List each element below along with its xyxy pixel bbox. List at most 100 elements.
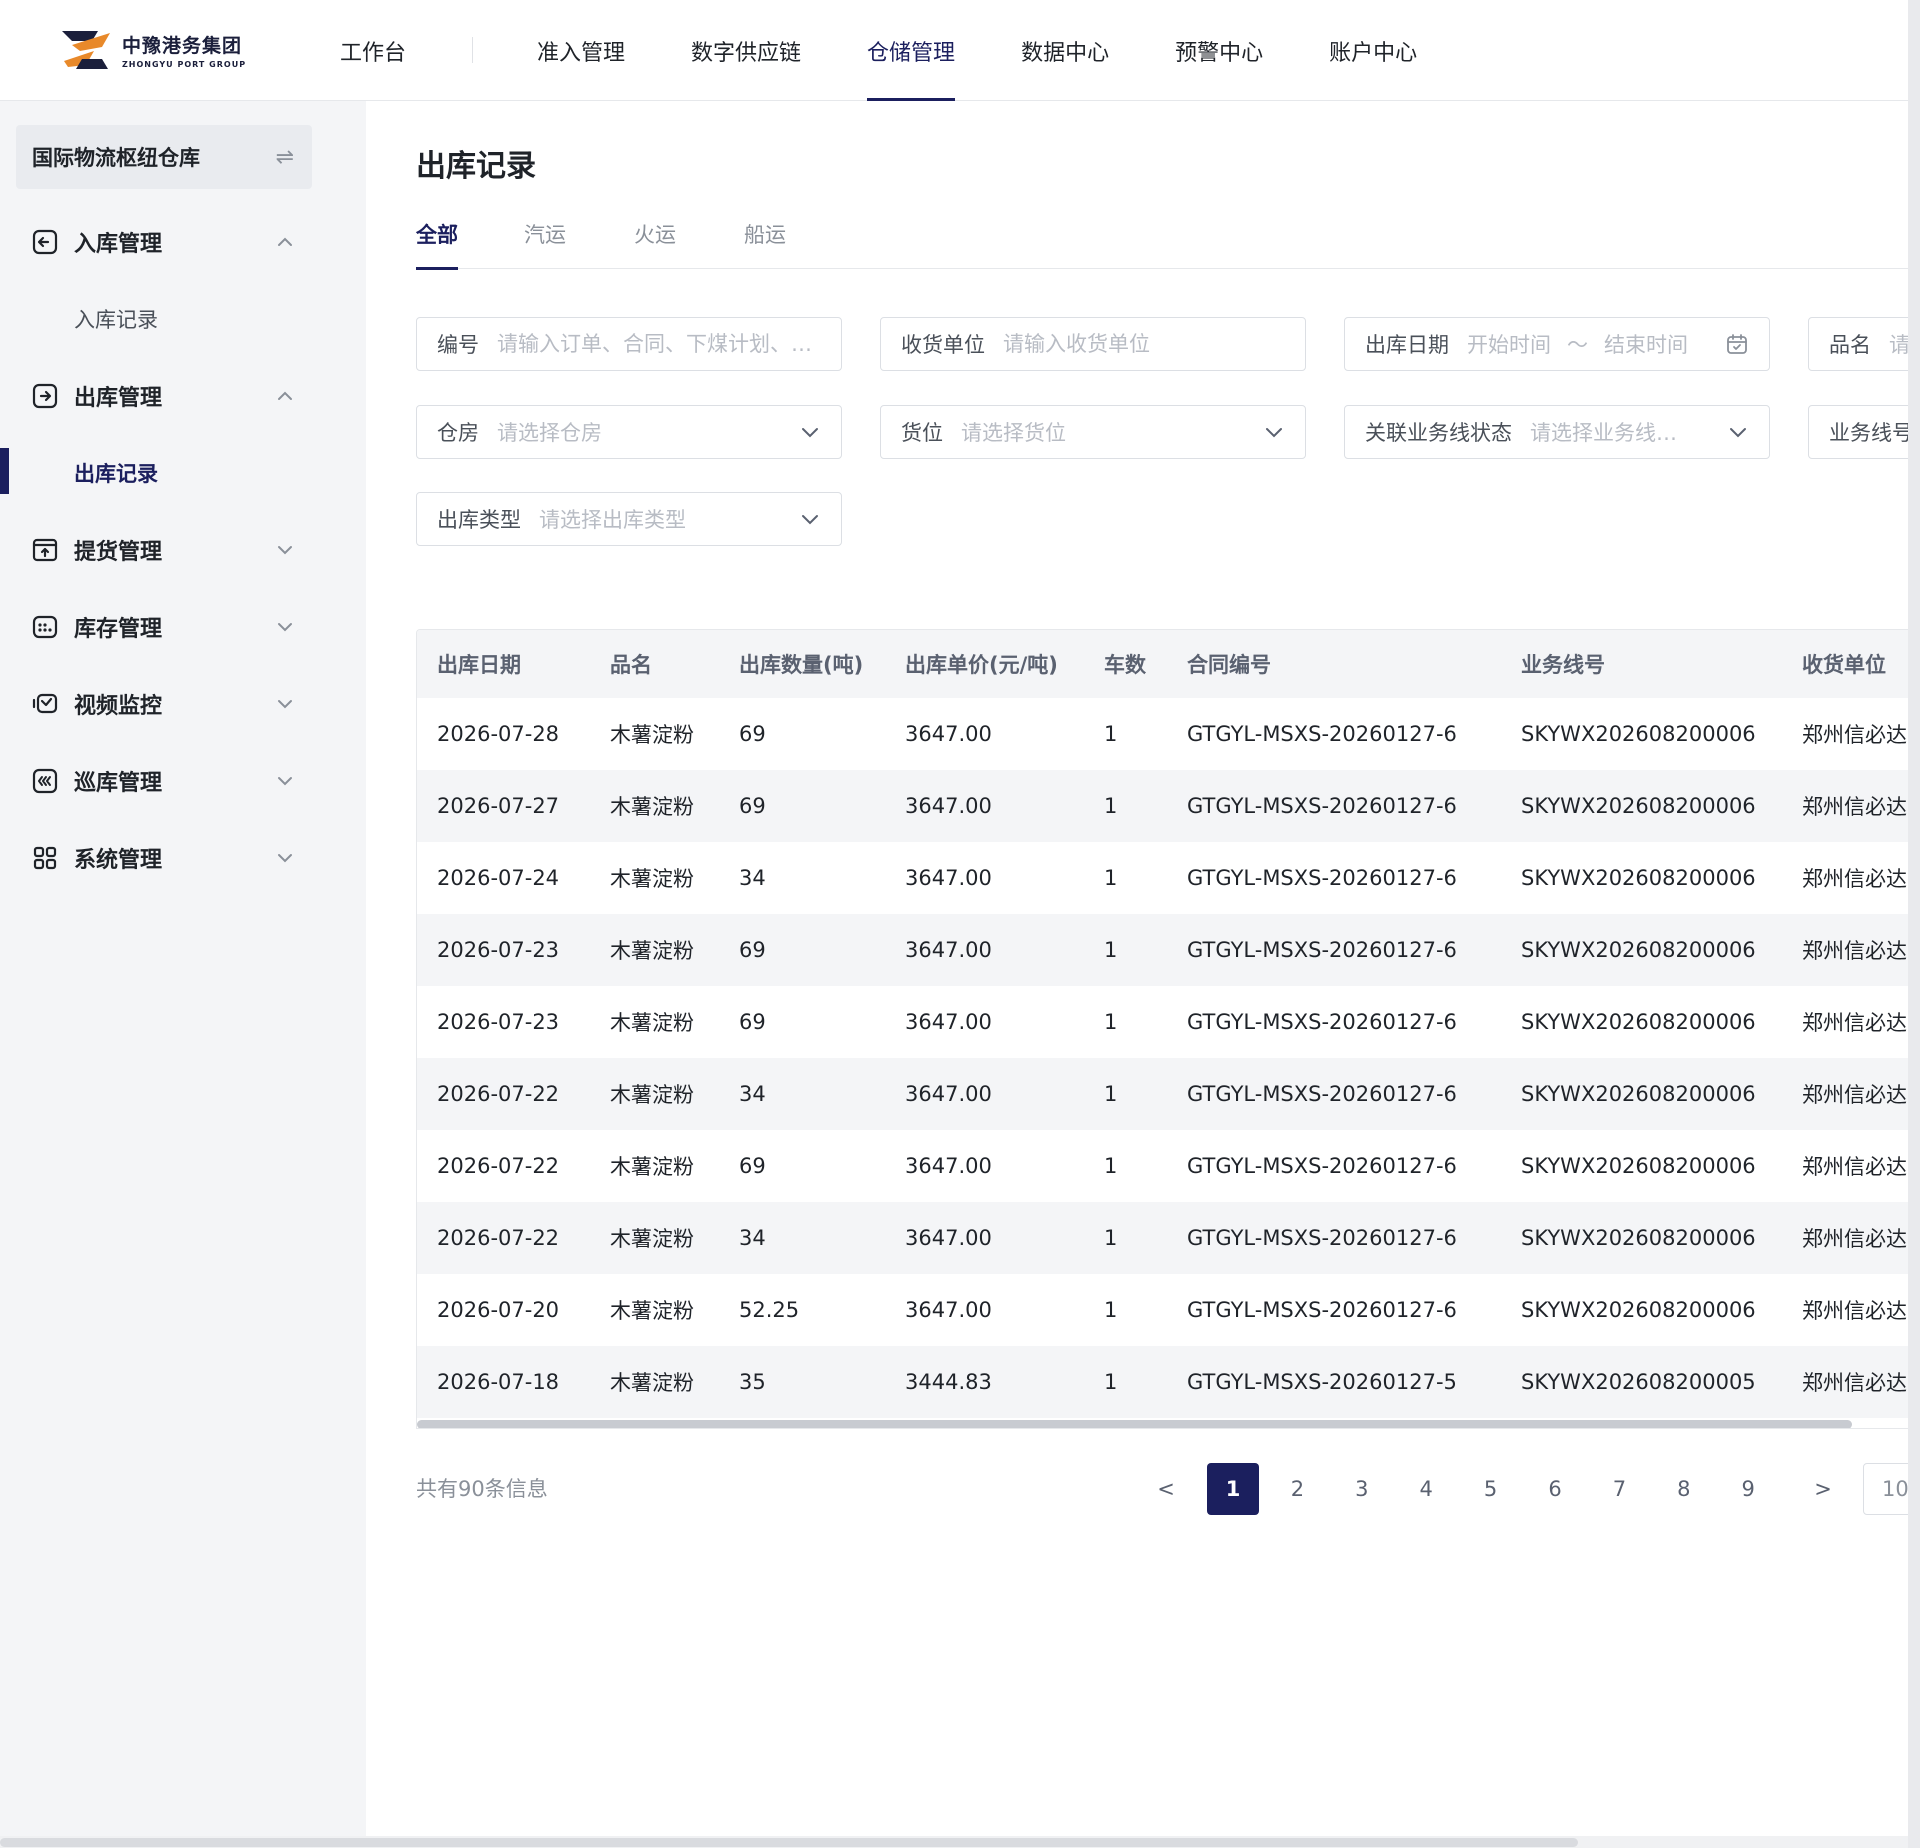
tab-truck[interactable]: 汽运 [524,211,566,269]
table-cell-quantity: 34 [739,866,766,890]
swap-icon[interactable]: ⇌ [276,145,294,170]
table-row[interactable]: 2026-07-22 木薯淀粉 34 3647.00 1 GTGYL-MSXS-20260… [417,1202,1908,1274]
nav-workbench[interactable]: 工作台 [340,0,406,101]
table-cell-quantity: 69 [739,1010,766,1034]
page-button-7[interactable]: 7 [1593,1463,1645,1515]
page-button-1[interactable]: 1 [1207,1463,1259,1515]
page-vertical-scrollbar[interactable] [1908,0,1920,1848]
date-start-input[interactable]: 开始时间 [1467,329,1551,359]
out-type-select[interactable]: 请选择出库类型 [539,504,791,534]
brand-logo[interactable]: 中豫港务集团 ZHONGYU PORT GROUP [58,25,246,75]
next-page-button[interactable]: > [1797,1463,1849,1515]
table-cell-consignee: 郑州信必达 [1802,1227,1907,1251]
table-cell-quantity: 69 [739,722,766,746]
number-filter[interactable]: 编号 [416,317,842,371]
nav-data-center[interactable]: 数据中心 [1021,0,1109,101]
column-header-out-date: 出库日期 [437,653,521,677]
slot-select[interactable]: 请选择货位 [961,417,1255,447]
table-row[interactable]: 2026-07-24 木薯淀粉 34 3647.00 1 GTGYL-MSXS-20260… [417,842,1908,914]
table-cell-consignee: 郑州信必达 [1802,795,1907,819]
video-icon [32,693,58,713]
page-button-3[interactable]: 3 [1336,1463,1388,1515]
table-row[interactable]: 2026-07-22 木薯淀粉 69 3647.00 1 GTGYL-MSXS-20260… [417,1130,1908,1202]
table-cell-trucks: 1 [1104,1154,1118,1178]
calendar-icon[interactable] [1725,332,1749,356]
table-row[interactable]: 2026-07-18 木薯淀粉 35 3444.83 1 GTGYL-MSXS-20260… [417,1346,1908,1418]
page-button-6[interactable]: 6 [1529,1463,1581,1515]
nav-access-management[interactable]: 准入管理 [537,0,625,101]
table-cell-product: 木薯淀粉 [610,1299,694,1323]
sidebar-group-outbound[interactable]: 出库管理 [0,357,366,434]
sidebar-item-outbound-record[interactable]: 出库记录 [0,434,366,511]
line-status-select[interactable]: 请选择业务线… [1530,417,1719,447]
sidebar-group-label: 库存管理 [74,616,163,642]
product-filter[interactable]: 品名 请 [1808,317,1908,371]
table-cell-trucks: 1 [1104,1010,1118,1034]
sidebar-group-system[interactable]: 系统管理 [0,819,366,896]
nav-warehouse-management[interactable]: 仓储管理 [867,0,956,101]
table-row[interactable]: 2026-07-22 木薯淀粉 34 3647.00 1 GTGYL-MSXS-20260… [417,1058,1908,1130]
consignee-filter[interactable]: 收货单位 [880,317,1306,371]
table-cell-quantity: 35 [739,1370,766,1394]
table-row[interactable]: 2026-07-23 木薯淀粉 69 3647.00 1 GTGYL-MSXS-20260… [417,986,1908,1058]
page-button-2[interactable]: 2 [1271,1463,1323,1515]
nav-account-center[interactable]: 账户中心 [1329,0,1417,101]
table-horizontal-scrollbar[interactable] [417,1420,1852,1428]
nav-alert-center[interactable]: 预警中心 [1175,0,1263,101]
table-cell-consignee: 郑州信必达 [1802,1299,1907,1323]
warehouse-select[interactable]: 请选择仓房 [497,417,791,447]
out-type-filter[interactable]: 出库类型 请选择出库类型 [416,492,842,546]
prev-page-button[interactable]: < [1140,1463,1192,1515]
number-filter-label: 编号 [437,333,479,357]
table-row[interactable]: 2026-07-20 木薯淀粉 52.25 3647.00 1 GTGYL-MSXS-20… [417,1274,1908,1346]
tab-rail[interactable]: 火运 [634,211,676,269]
line-no-filter[interactable]: 业务线号 [1808,405,1908,459]
page-horizontal-scrollbar[interactable] [0,1838,1578,1847]
product-input[interactable]: 请 [1889,329,1908,359]
table-cell-product: 木薯淀粉 [610,867,694,891]
sidebar-group-video[interactable]: 视频监控 [0,665,366,742]
table-cell-unit-price: 3647.00 [905,938,992,962]
table-row[interactable]: 2026-07-23 木薯淀粉 69 3647.00 1 GTGYL-MSXS-20260… [417,914,1908,986]
page-button-8[interactable]: 8 [1658,1463,1710,1515]
sidebar-group-inventory[interactable]: 库存管理 [0,588,366,665]
warehouse-filter[interactable]: 仓房 请选择仓房 [416,405,842,459]
table-cell-contract-no: GTGYL-MSXS-20260127-5 [1187,1370,1457,1394]
table-cell-unit-price: 3647.00 [905,1226,992,1250]
out-type-filter-label: 出库类型 [437,508,521,532]
consignee-input[interactable] [1003,332,1285,356]
line-no-filter-label: 业务线号 [1829,421,1908,445]
warehouse-switcher[interactable]: 国际物流枢纽仓库 ⇌ [16,125,312,189]
page-button-5[interactable]: 5 [1465,1463,1517,1515]
table-cell-trucks: 1 [1104,722,1118,746]
product-filter-label: 品名 [1829,333,1871,357]
table-cell-product: 木薯淀粉 [610,1371,694,1395]
table-cell-quantity: 69 [739,794,766,818]
tab-all[interactable]: 全部 [416,211,458,270]
sidebar-item-inbound-record[interactable]: 入库记录 [0,280,366,357]
table-cell-line-no: SKYWX202608200006 [1521,1010,1756,1034]
table-cell-line-no: SKYWX202608200005 [1521,1370,1756,1394]
column-header-quantity: 出库数量(吨) [739,653,864,677]
number-input[interactable] [497,332,821,356]
table-cell-out-date: 2026-07-23 [437,1010,560,1034]
tab-ship[interactable]: 船运 [744,211,786,269]
sidebar-group-patrol[interactable]: 巡库管理 [0,742,366,819]
warehouse-name: 国际物流枢纽仓库 [32,146,200,170]
chevron-up-icon [278,391,292,400]
table-cell-unit-price: 3647.00 [905,794,992,818]
table-row[interactable]: 2026-07-27 木薯淀粉 69 3647.00 1 GTGYL-MSXS-20260… [417,770,1908,842]
date-end-input[interactable]: 结束时间 [1604,329,1688,359]
out-date-filter[interactable]: 出库日期 开始时间 ～ 结束时间 [1344,317,1770,371]
sidebar-group-pickup[interactable]: 提货管理 [0,511,366,588]
page-button-9[interactable]: 9 [1722,1463,1774,1515]
nav-digital-supply-chain[interactable]: 数字供应链 [691,0,801,101]
page-button-4[interactable]: 4 [1400,1463,1452,1515]
table-cell-unit-price: 3647.00 [905,1154,992,1178]
slot-filter[interactable]: 货位 请选择货位 [880,405,1306,459]
page-size-select[interactable]: 10 [1863,1463,1908,1515]
table-row[interactable]: 2026-07-28 木薯淀粉 69 3647.00 1 GTGYL-MSXS-20260… [417,698,1908,770]
sidebar-group-inbound[interactable]: 入库管理 [0,203,366,280]
line-status-filter[interactable]: 关联业务线状态 请选择业务线… [1344,405,1770,459]
table-cell-trucks: 1 [1104,938,1118,962]
